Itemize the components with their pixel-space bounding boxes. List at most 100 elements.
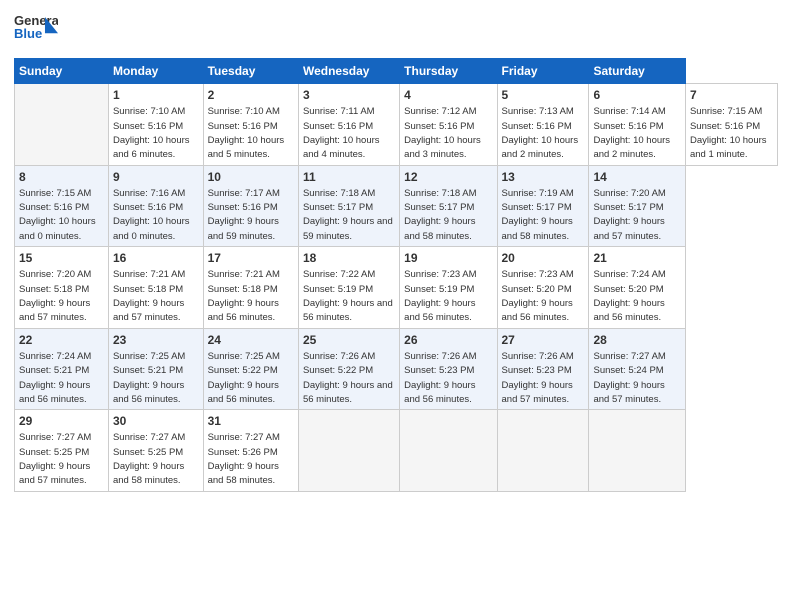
day-cell: 24 Sunrise: 7:25 AMSunset: 5:22 PMDayligh… <box>203 328 298 410</box>
day-number: 8 <box>19 169 104 185</box>
day-info: Sunrise: 7:20 AMSunset: 5:18 PMDaylight:… <box>19 269 91 323</box>
day-info: Sunrise: 7:26 AMSunset: 5:23 PMDaylight:… <box>404 351 476 405</box>
day-info: Sunrise: 7:18 AMSunset: 5:17 PMDaylight:… <box>404 188 476 242</box>
day-number: 7 <box>690 87 773 103</box>
week-row-1: 1 Sunrise: 7:10 AMSunset: 5:16 PMDaylight… <box>15 84 778 166</box>
day-info: Sunrise: 7:16 AMSunset: 5:16 PMDaylight:… <box>113 188 190 242</box>
day-number: 21 <box>593 250 680 266</box>
day-number: 2 <box>208 87 294 103</box>
day-number: 16 <box>113 250 199 266</box>
day-number: 9 <box>113 169 199 185</box>
day-info: Sunrise: 7:26 AMSunset: 5:23 PMDaylight:… <box>502 351 574 405</box>
day-cell: 8 Sunrise: 7:15 AMSunset: 5:16 PMDaylight… <box>15 165 109 247</box>
day-cell: 29 Sunrise: 7:27 AMSunset: 5:25 PMDayligh… <box>15 410 109 492</box>
day-info: Sunrise: 7:26 AMSunset: 5:22 PMDaylight:… <box>303 351 393 405</box>
day-number: 15 <box>19 250 104 266</box>
day-number: 31 <box>208 413 294 429</box>
day-number: 1 <box>113 87 199 103</box>
header-cell-monday: Monday <box>108 59 203 84</box>
day-info: Sunrise: 7:19 AMSunset: 5:17 PMDaylight:… <box>502 188 574 242</box>
day-cell: 30Sunrise: 7:27 AMSunset: 5:25 PMDayligh… <box>108 410 203 492</box>
day-cell: 10 Sunrise: 7:17 AMSunset: 5:16 PMDayligh… <box>203 165 298 247</box>
header-cell-tuesday: Tuesday <box>203 59 298 84</box>
day-info: Sunrise: 7:13 AMSunset: 5:16 PMDaylight:… <box>502 106 579 160</box>
day-cell: 21Sunrise: 7:24 AMSunset: 5:20 PMDayligh… <box>589 247 685 329</box>
calendar-table: SundayMondayTuesdayWednesdayThursdayFrid… <box>14 58 778 492</box>
day-info: Sunrise: 7:23 AMSunset: 5:20 PMDaylight:… <box>502 269 574 323</box>
day-info: Sunrise: 7:18 AMSunset: 5:17 PMDaylight:… <box>303 188 393 242</box>
week-row-5: 29 Sunrise: 7:27 AMSunset: 5:25 PMDayligh… <box>15 410 778 492</box>
day-info: Sunrise: 7:27 AMSunset: 5:25 PMDaylight:… <box>19 432 91 486</box>
day-cell <box>298 410 399 492</box>
day-number: 12 <box>404 169 492 185</box>
day-info: Sunrise: 7:23 AMSunset: 5:19 PMDaylight:… <box>404 269 476 323</box>
header-cell-sunday: Sunday <box>15 59 109 84</box>
day-cell <box>400 410 497 492</box>
header-cell-friday: Friday <box>497 59 589 84</box>
day-number: 24 <box>208 332 294 348</box>
day-info: Sunrise: 7:24 AMSunset: 5:21 PMDaylight:… <box>19 351 91 405</box>
day-cell: 15 Sunrise: 7:20 AMSunset: 5:18 PMDayligh… <box>15 247 109 329</box>
day-info: Sunrise: 7:27 AMSunset: 5:25 PMDaylight:… <box>113 432 185 486</box>
day-cell: 4 Sunrise: 7:12 AMSunset: 5:16 PMDaylight… <box>400 84 497 166</box>
day-cell: 7 Sunrise: 7:15 AMSunset: 5:16 PMDaylight… <box>685 84 777 166</box>
logo-icon: General Blue <box>14 10 58 50</box>
day-cell: 12 Sunrise: 7:18 AMSunset: 5:17 PMDayligh… <box>400 165 497 247</box>
day-cell: 20 Sunrise: 7:23 AMSunset: 5:20 PMDayligh… <box>497 247 589 329</box>
day-cell: 17Sunrise: 7:21 AMSunset: 5:18 PMDayligh… <box>203 247 298 329</box>
header-cell-saturday: Saturday <box>589 59 685 84</box>
day-info: Sunrise: 7:15 AMSunset: 5:16 PMDaylight:… <box>690 106 767 160</box>
day-cell <box>15 84 109 166</box>
week-row-2: 8 Sunrise: 7:15 AMSunset: 5:16 PMDaylight… <box>15 165 778 247</box>
day-number: 6 <box>593 87 680 103</box>
day-number: 20 <box>502 250 585 266</box>
day-number: 13 <box>502 169 585 185</box>
day-cell <box>589 410 685 492</box>
day-cell: 6 Sunrise: 7:14 AMSunset: 5:16 PMDaylight… <box>589 84 685 166</box>
day-number: 26 <box>404 332 492 348</box>
header-row: SundayMondayTuesdayWednesdayThursdayFrid… <box>15 59 778 84</box>
svg-text:Blue: Blue <box>14 26 42 41</box>
day-cell: 11Sunrise: 7:18 AMSunset: 5:17 PMDayligh… <box>298 165 399 247</box>
day-info: Sunrise: 7:22 AMSunset: 5:19 PMDaylight:… <box>303 269 393 323</box>
day-cell: 9 Sunrise: 7:16 AMSunset: 5:16 PMDaylight… <box>108 165 203 247</box>
day-cell: 22 Sunrise: 7:24 AMSunset: 5:21 PMDayligh… <box>15 328 109 410</box>
day-cell: 2 Sunrise: 7:10 AMSunset: 5:16 PMDaylight… <box>203 84 298 166</box>
day-number: 3 <box>303 87 395 103</box>
day-info: Sunrise: 7:10 AMSunset: 5:16 PMDaylight:… <box>208 106 285 160</box>
day-number: 29 <box>19 413 104 429</box>
header-cell-wednesday: Wednesday <box>298 59 399 84</box>
calendar-container: General Blue SundayMondayTuesdayWednesda… <box>0 0 792 502</box>
week-row-4: 22 Sunrise: 7:24 AMSunset: 5:21 PMDayligh… <box>15 328 778 410</box>
day-info: Sunrise: 7:27 AMSunset: 5:26 PMDaylight:… <box>208 432 280 486</box>
day-cell <box>497 410 589 492</box>
day-info: Sunrise: 7:27 AMSunset: 5:24 PMDaylight:… <box>593 351 665 405</box>
day-number: 17 <box>208 250 294 266</box>
day-cell: 1 Sunrise: 7:10 AMSunset: 5:16 PMDaylight… <box>108 84 203 166</box>
day-info: Sunrise: 7:25 AMSunset: 5:22 PMDaylight:… <box>208 351 280 405</box>
day-cell: 19 Sunrise: 7:23 AMSunset: 5:19 PMDayligh… <box>400 247 497 329</box>
day-number: 28 <box>593 332 680 348</box>
day-number: 22 <box>19 332 104 348</box>
day-cell: 28 Sunrise: 7:27 AMSunset: 5:24 PMDayligh… <box>589 328 685 410</box>
day-number: 19 <box>404 250 492 266</box>
day-cell: 14Sunrise: 7:20 AMSunset: 5:17 PMDayligh… <box>589 165 685 247</box>
day-cell: 5Sunrise: 7:13 AMSunset: 5:16 PMDaylight… <box>497 84 589 166</box>
day-cell: 13 Sunrise: 7:19 AMSunset: 5:17 PMDayligh… <box>497 165 589 247</box>
day-cell: 16 Sunrise: 7:21 AMSunset: 5:18 PMDayligh… <box>108 247 203 329</box>
day-number: 25 <box>303 332 395 348</box>
day-info: Sunrise: 7:17 AMSunset: 5:16 PMDaylight:… <box>208 188 280 242</box>
day-info: Sunrise: 7:12 AMSunset: 5:16 PMDaylight:… <box>404 106 481 160</box>
day-info: Sunrise: 7:14 AMSunset: 5:16 PMDaylight:… <box>593 106 670 160</box>
day-number: 10 <box>208 169 294 185</box>
header: General Blue <box>14 10 778 50</box>
logo-area: General Blue <box>14 10 62 50</box>
day-info: Sunrise: 7:21 AMSunset: 5:18 PMDaylight:… <box>113 269 185 323</box>
day-info: Sunrise: 7:10 AMSunset: 5:16 PMDaylight:… <box>113 106 190 160</box>
day-number: 4 <box>404 87 492 103</box>
day-cell: 31 Sunrise: 7:27 AMSunset: 5:26 PMDayligh… <box>203 410 298 492</box>
day-cell: 27 Sunrise: 7:26 AMSunset: 5:23 PMDayligh… <box>497 328 589 410</box>
day-info: Sunrise: 7:15 AMSunset: 5:16 PMDaylight:… <box>19 188 96 242</box>
day-number: 27 <box>502 332 585 348</box>
day-cell: 18Sunrise: 7:22 AMSunset: 5:19 PMDayligh… <box>298 247 399 329</box>
